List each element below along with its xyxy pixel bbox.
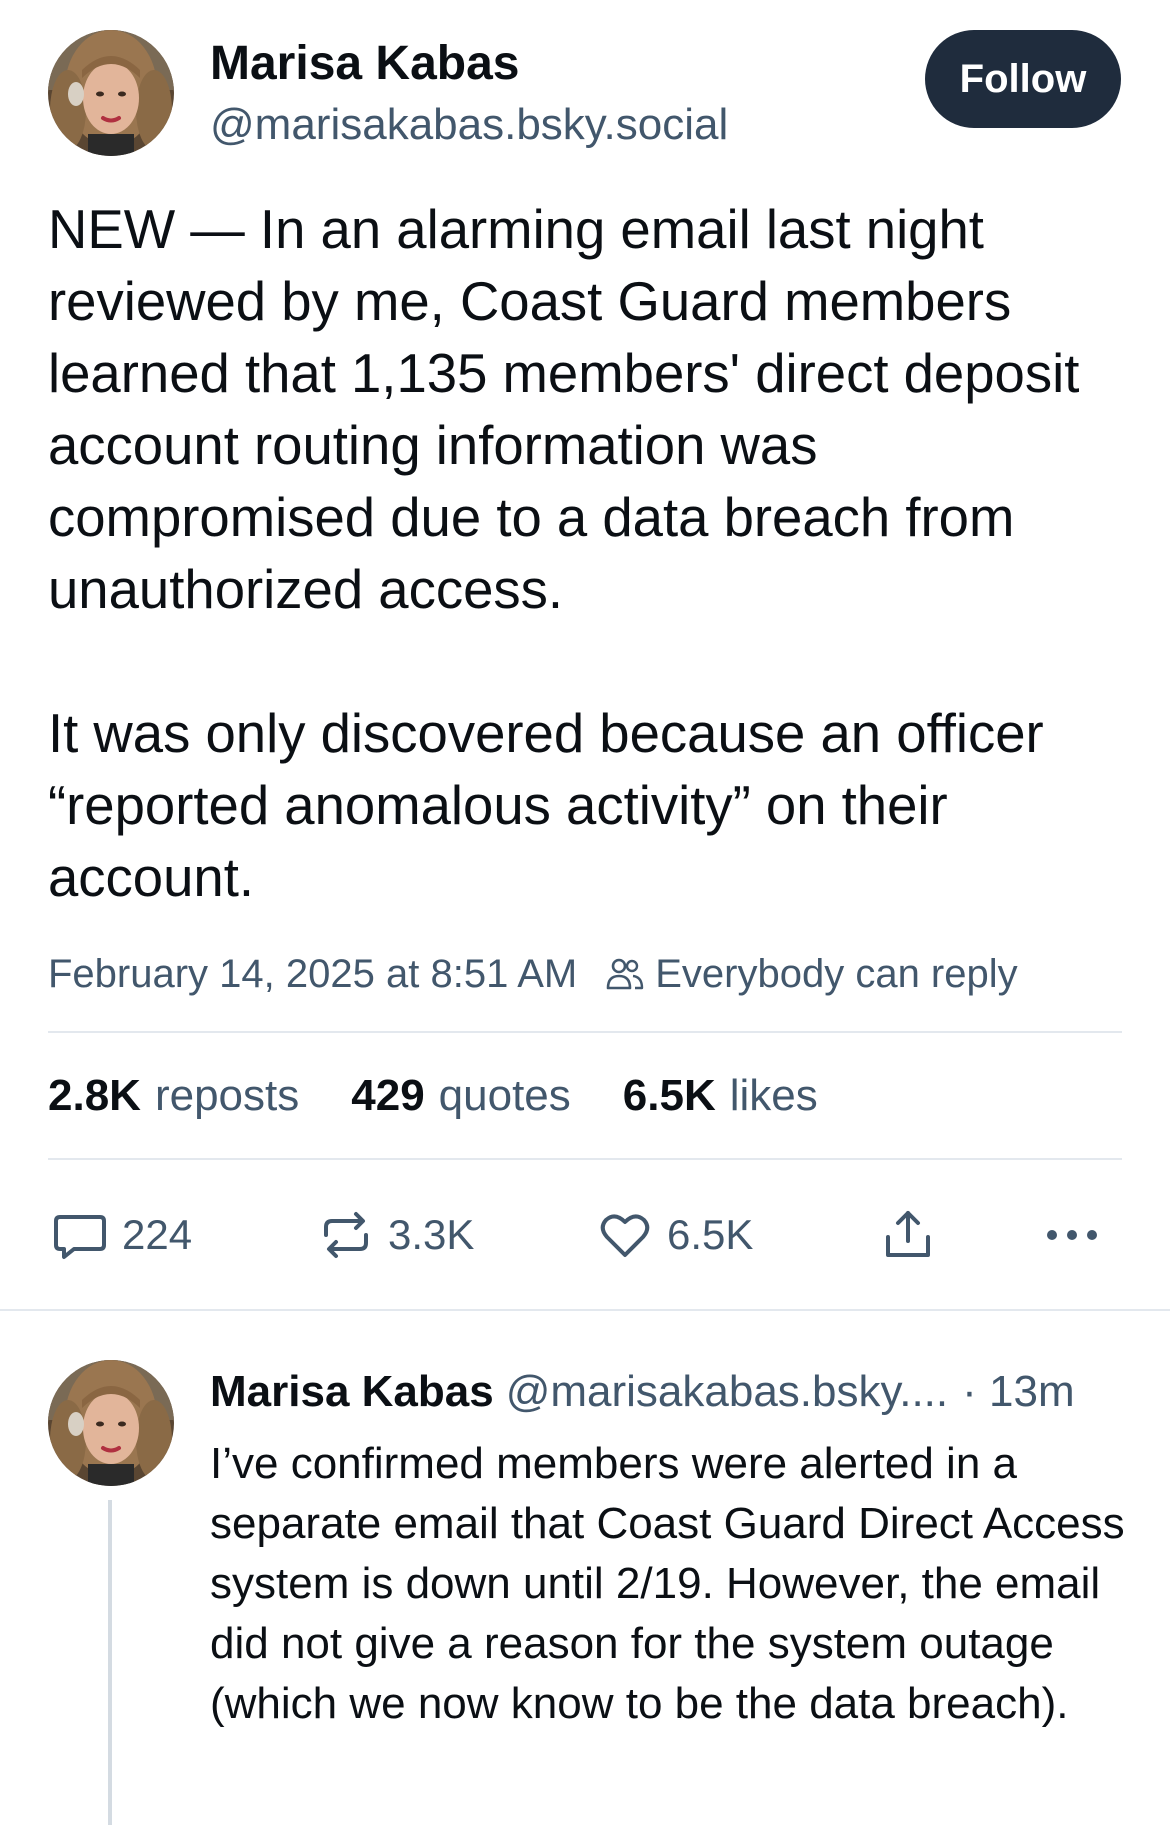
post-stats: 2.8K reposts 429 quotes 6.5K likes — [48, 1068, 870, 1124]
share-button[interactable] — [880, 1200, 936, 1270]
share-upload-icon — [880, 1207, 936, 1263]
reply-header: Marisa Kabas @marisakabas.bsky.... · 13m — [210, 1364, 1075, 1420]
reply-text: I’ve confirmed members were alerted in a… — [210, 1439, 1137, 1728]
likes-stat[interactable]: 6.5K likes — [623, 1071, 818, 1121]
reply-time[interactable]: · 13m — [962, 1367, 1074, 1417]
repost-count: 3.3K — [388, 1211, 475, 1258]
quotes-stat[interactable]: 429 quotes — [351, 1071, 571, 1121]
main-post: Marisa Kabas @marisakabas.bsky.social Fo… — [0, 0, 1170, 1311]
post-text: NEW — In an alarming email last night re… — [48, 199, 1080, 908]
reply-author-name[interactable]: Marisa Kabas — [210, 1367, 494, 1417]
quotes-label: quotes — [438, 1071, 571, 1120]
people-icon — [605, 956, 645, 992]
quotes-count: 429 — [351, 1071, 425, 1120]
reply-setting[interactable]: Everybody can reply — [655, 952, 1017, 997]
divider — [48, 1031, 1122, 1033]
thread-line — [108, 1500, 112, 1825]
author-handle[interactable]: @marisakabas.bsky.social — [210, 100, 728, 150]
reposts-stat[interactable]: 2.8K reposts — [48, 1071, 299, 1121]
post-actions: 224 3.3K 6.5K — [52, 1200, 1122, 1270]
speech-bubble-icon — [52, 1207, 108, 1263]
divider — [48, 1158, 1122, 1160]
reply-author-handle[interactable]: @marisakabas.bsky.... — [506, 1367, 948, 1417]
avatar-image — [48, 30, 174, 156]
reposts-count: 2.8K — [48, 1071, 141, 1120]
follow-button[interactable]: Follow — [925, 30, 1121, 128]
repost-arrows-icon — [318, 1207, 374, 1263]
repost-button[interactable]: 3.3K — [318, 1200, 474, 1270]
likes-label: likes — [729, 1071, 818, 1120]
reply-count: 224 — [122, 1211, 193, 1258]
like-count: 6.5K — [667, 1211, 754, 1258]
avatar[interactable] — [48, 30, 174, 156]
more-options-button[interactable] — [1042, 1200, 1102, 1270]
avatar-image — [48, 1360, 174, 1486]
likes-count: 6.5K — [622, 1071, 716, 1120]
more-dots-icon — [1042, 1207, 1102, 1263]
reply-button[interactable]: 224 — [52, 1200, 192, 1270]
like-button[interactable]: 6.5K — [597, 1200, 753, 1270]
author-name[interactable]: Marisa Kabas — [210, 36, 520, 91]
reposts-label: reposts — [154, 1071, 300, 1120]
heart-icon — [597, 1207, 653, 1263]
post-meta: February 14, 2025 at 8:51 AM Everybody c… — [48, 946, 1018, 1002]
reply-avatar[interactable] — [48, 1360, 174, 1486]
post-timestamp[interactable]: February 14, 2025 at 8:51 AM — [48, 952, 577, 997]
divider — [0, 1309, 1170, 1311]
